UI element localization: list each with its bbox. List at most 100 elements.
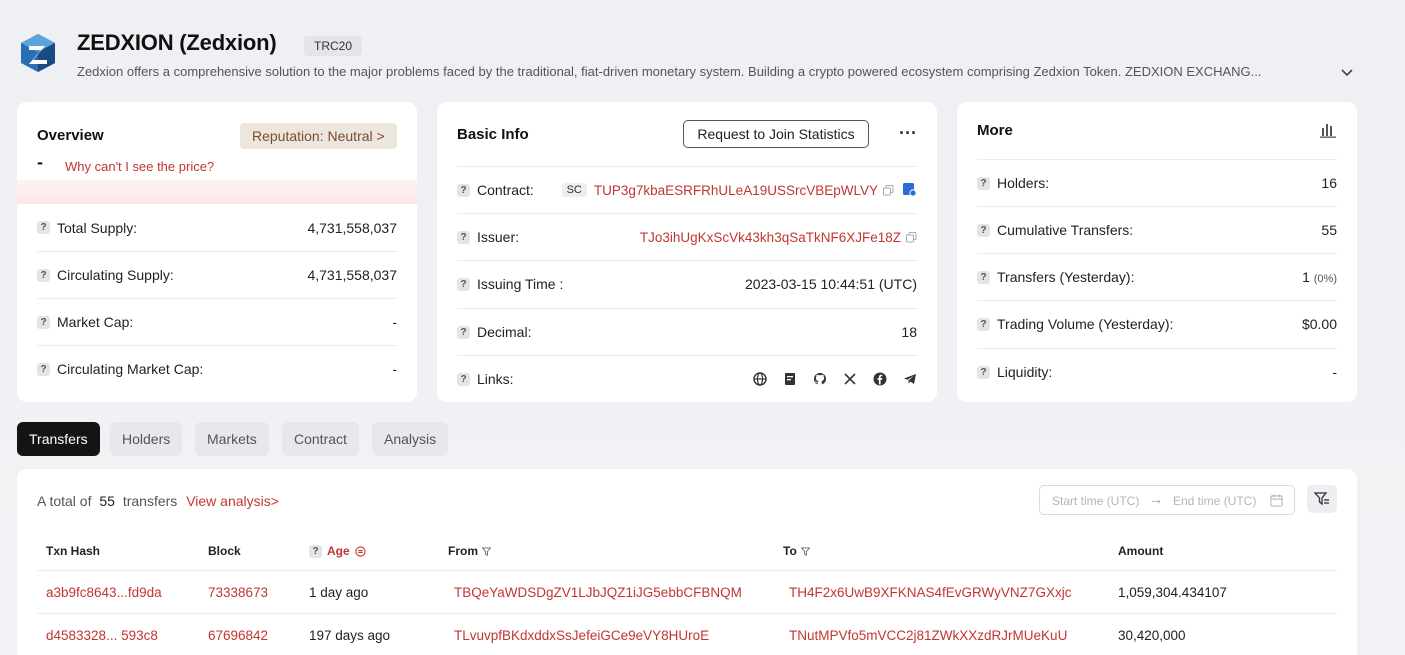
decimal-row: ? Decimal: 18 bbox=[457, 308, 917, 355]
block-link[interactable]: 67696842 bbox=[208, 628, 268, 643]
basic-info-title: Basic Info bbox=[457, 126, 529, 143]
help-icon[interactable]: ? bbox=[457, 230, 470, 244]
date-range-picker[interactable]: Start time (UTC) → End time (UTC) bbox=[1039, 485, 1295, 515]
column-to[interactable]: To bbox=[783, 544, 810, 558]
token-logo bbox=[21, 34, 55, 72]
help-icon[interactable]: ? bbox=[977, 365, 990, 379]
circulating-supply-row: ? Circulating Supply: 4,731,558,037 bbox=[37, 251, 397, 298]
whitepaper-icon[interactable] bbox=[783, 372, 797, 386]
chart-icon[interactable] bbox=[1320, 122, 1336, 138]
holders-row: ? Holders: 16 bbox=[977, 159, 1337, 206]
contract-row: ? Contract: SC TUP3g7kbaESRFRhULeA19USSrc… bbox=[457, 166, 917, 213]
tab-markets[interactable]: Markets bbox=[195, 422, 269, 456]
total-supply-value: 4,731,558,037 bbox=[307, 219, 397, 236]
txn-hash-link[interactable]: d4583328... 593c8 bbox=[46, 628, 158, 643]
cumulative-transfers-row: ? Cumulative Transfers: 55 bbox=[977, 206, 1337, 253]
more-card: More ? Holders: 16 ? Cumulative Transfers:… bbox=[957, 102, 1357, 402]
column-from[interactable]: From bbox=[448, 544, 491, 558]
table-divider bbox=[37, 570, 1337, 571]
price-value: - bbox=[37, 152, 43, 172]
copy-icon[interactable] bbox=[883, 184, 894, 196]
basic-info-card: Basic Info Request to Join Statistics ..… bbox=[437, 102, 937, 402]
join-statistics-button[interactable]: Request to Join Statistics bbox=[683, 120, 869, 148]
column-age[interactable]: ? Age bbox=[309, 544, 366, 558]
contract-address-link[interactable]: TUP3g7kbaESRFRhULeA19USSrcVBEpWLVY bbox=[594, 183, 878, 198]
calendar-icon bbox=[1270, 494, 1283, 507]
issuer-address-link[interactable]: TJo3ihUgKxScVk43kh3qSaTkNF6XJFe18Z bbox=[640, 230, 901, 245]
total-supply-row: ? Total Supply: 4,731,558,037 bbox=[37, 204, 397, 251]
reputation-button[interactable]: Reputation: Neutral > bbox=[240, 123, 397, 149]
range-arrow: → bbox=[1149, 491, 1163, 507]
issuing-time-value: 2023-03-15 10:44:51 (UTC) bbox=[745, 276, 917, 292]
to-address-link[interactable]: TH4F2x6UwB9XFKNAS4fEvGRWyVNZ7GXxjc bbox=[789, 585, 1071, 600]
tab-contract[interactable]: Contract bbox=[282, 422, 359, 456]
overview-title: Overview bbox=[37, 127, 104, 144]
links-row: ? Links: bbox=[457, 355, 917, 402]
verified-contract-icon[interactable] bbox=[903, 183, 917, 197]
view-analysis-link[interactable]: View analysis> bbox=[186, 493, 279, 509]
tab-transfers[interactable]: Transfers bbox=[17, 422, 100, 456]
transfers-count: 55 bbox=[99, 493, 115, 509]
help-icon[interactable]: ? bbox=[457, 183, 470, 197]
toggle-age-format-icon[interactable] bbox=[355, 545, 366, 557]
help-icon[interactable]: ? bbox=[37, 315, 50, 329]
help-icon[interactable]: ? bbox=[977, 223, 990, 237]
help-icon[interactable]: ? bbox=[37, 221, 50, 234]
transfers-yesterday-pct: (0%) bbox=[1313, 273, 1337, 285]
from-address-link[interactable]: TLvuvpfBKdxddxSsJefeiGCe9eVY8HUroE bbox=[454, 628, 709, 643]
globe-icon[interactable] bbox=[753, 372, 767, 386]
issuer-row: ? Issuer: TJo3ihUgKxScVk43kh3qSaTkNF6XJFe… bbox=[457, 213, 917, 260]
filter-icon[interactable] bbox=[482, 546, 491, 556]
amount-value: 1,059,304.434107 bbox=[1118, 585, 1227, 600]
x-icon[interactable] bbox=[843, 372, 857, 386]
holders-value[interactable]: 16 bbox=[1321, 175, 1337, 191]
tab-holders[interactable]: Holders bbox=[110, 422, 183, 456]
table-divider bbox=[37, 613, 1337, 614]
end-time-input[interactable]: End time (UTC) bbox=[1173, 494, 1256, 508]
chevron-down-icon[interactable] bbox=[1339, 64, 1355, 80]
github-icon[interactable] bbox=[813, 372, 827, 386]
transfers-yesterday-row: ? Transfers (Yesterday): 1 (0%) bbox=[977, 253, 1337, 300]
trading-volume-row: ? Trading Volume (Yesterday): $0.00 bbox=[977, 300, 1337, 347]
token-description: Zedxion offers a comprehensive solution … bbox=[77, 64, 1262, 79]
token-title: ZEDXION (Zedxion) bbox=[77, 30, 277, 55]
token-standard-badge: TRC20 bbox=[304, 36, 363, 56]
help-icon[interactable]: ? bbox=[457, 277, 470, 291]
price-help-link[interactable]: Why can't I see the price? bbox=[65, 159, 214, 174]
start-time-input[interactable]: Start time (UTC) bbox=[1052, 494, 1139, 508]
more-title: More bbox=[977, 122, 1013, 139]
telegram-icon[interactable] bbox=[903, 372, 917, 386]
circulating-supply-value: 4,731,558,037 bbox=[307, 267, 397, 283]
liquidity-value: - bbox=[1332, 364, 1337, 380]
help-icon[interactable]: ? bbox=[977, 317, 990, 331]
block-link[interactable]: 73338673 bbox=[208, 585, 268, 600]
help-icon[interactable]: ? bbox=[37, 362, 50, 376]
age-value: 197 days ago bbox=[309, 628, 391, 643]
age-value: 1 day ago bbox=[309, 585, 369, 600]
from-address-link[interactable]: TBQeYaWDSDgZV1LJbJQZ1iJG5ebbCFBNQM bbox=[454, 585, 742, 600]
copy-icon[interactable] bbox=[906, 231, 917, 243]
amount-value: 30,420,000 bbox=[1118, 628, 1186, 643]
market-cap-value: - bbox=[392, 314, 397, 330]
circulating-market-cap-value: - bbox=[392, 361, 397, 377]
filter-button[interactable] bbox=[1307, 485, 1337, 513]
column-block: Block bbox=[208, 544, 241, 558]
market-cap-row: ? Market Cap: - bbox=[37, 298, 397, 345]
filter-icon bbox=[1314, 492, 1329, 506]
token-header: ZEDXION (Zedxion) TRC20 Zedxion offers a… bbox=[0, 0, 1405, 100]
help-icon[interactable]: ? bbox=[977, 270, 990, 284]
more-options-button[interactable]: ... bbox=[899, 118, 917, 139]
facebook-icon[interactable] bbox=[873, 372, 887, 386]
help-icon[interactable]: ? bbox=[309, 544, 322, 558]
circulating-market-cap-row: ? Circulating Market Cap: - bbox=[37, 345, 397, 392]
help-icon[interactable]: ? bbox=[457, 372, 470, 386]
tab-analysis[interactable]: Analysis bbox=[372, 422, 449, 456]
to-address-link[interactable]: TNutMPVfo5mVCC2j81ZWkXXzdRJrMUeKuU bbox=[789, 628, 1067, 643]
filter-icon[interactable] bbox=[800, 546, 810, 556]
help-icon[interactable]: ? bbox=[37, 268, 50, 282]
help-icon[interactable]: ? bbox=[457, 325, 470, 339]
txn-hash-link[interactable]: a3b9fc8643...fd9da bbox=[46, 585, 162, 600]
help-icon[interactable]: ? bbox=[977, 176, 990, 190]
column-txn-hash: Txn Hash bbox=[46, 544, 101, 558]
transfers-panel: A total of 55 transfers View analysis> S… bbox=[17, 469, 1357, 655]
